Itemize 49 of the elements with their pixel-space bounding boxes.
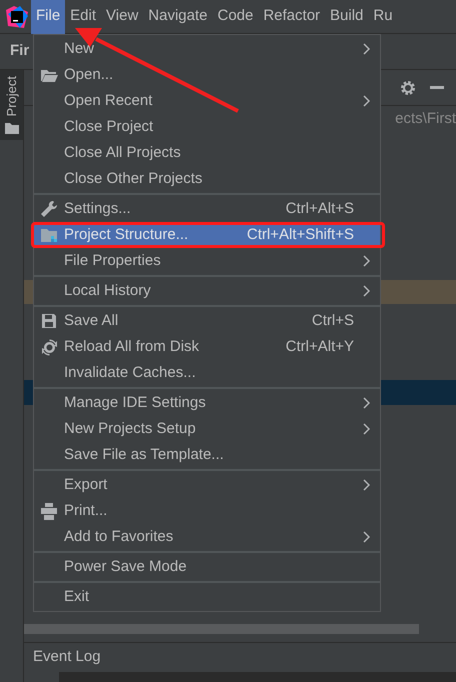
menu-item[interactable]: Settings... Ctrl+Alt+S xyxy=(34,196,380,222)
menu-item[interactable]: New xyxy=(34,36,380,62)
menu-bar-item[interactable]: Ru xyxy=(368,5,398,28)
menu-item[interactable]: Add to Favorites xyxy=(34,524,380,550)
wrench-icon xyxy=(40,200,58,218)
menu-bar-item[interactable]: Refactor xyxy=(258,5,326,28)
menu-item[interactable]: Reload All from Disk Ctrl+Alt+Y xyxy=(34,334,380,360)
menu-item[interactable]: Open Recent xyxy=(34,88,380,114)
event-log-title: Event Log xyxy=(33,647,101,668)
chevron-right-icon xyxy=(363,285,370,297)
menu-item[interactable]: Local History xyxy=(34,278,380,304)
reload-icon xyxy=(40,338,58,356)
project-path: ects\First xyxy=(395,109,456,129)
chevron-right-icon xyxy=(363,531,370,543)
menu-item[interactable]: Close All Projects xyxy=(34,140,380,166)
menu-bar-item[interactable]: Code xyxy=(212,5,258,28)
chevron-right-icon xyxy=(363,43,370,55)
chevron-right-icon xyxy=(363,423,370,435)
chevron-right-icon xyxy=(363,255,370,267)
horizontal-scrollbar[interactable] xyxy=(24,624,419,634)
menu-item[interactable]: Invalidate Caches... xyxy=(34,360,380,386)
folder-icon xyxy=(40,68,58,82)
menu-item[interactable]: Open... xyxy=(34,62,380,88)
project-title: Fir xyxy=(10,41,30,62)
menu-item[interactable]: Exit xyxy=(34,584,380,610)
menu-item[interactable]: Save File as Template... xyxy=(34,442,380,468)
menu-bar-item[interactable]: Edit xyxy=(65,5,102,28)
menu-bar-item[interactable]: File xyxy=(31,0,66,34)
printer-icon xyxy=(40,502,58,520)
menu-item[interactable]: Power Save Mode xyxy=(34,554,380,580)
menu-bar-item[interactable]: View xyxy=(101,5,144,28)
folder-icon xyxy=(4,122,18,134)
menu-item[interactable]: New Projects Setup xyxy=(34,416,380,442)
menu-item[interactable]: Close Project xyxy=(34,114,380,140)
settings-icon[interactable] xyxy=(400,80,416,96)
menu-item[interactable]: Save All Ctrl+S xyxy=(34,308,380,334)
project-side-tab[interactable]: Project xyxy=(0,70,23,140)
menu-item[interactable]: Export xyxy=(34,472,380,498)
folder-grid-icon xyxy=(40,227,58,243)
menu-item[interactable]: File Properties xyxy=(34,248,380,274)
chevron-right-icon xyxy=(363,397,370,409)
chevron-right-icon xyxy=(363,479,370,491)
app-logo-icon[interactable] xyxy=(6,6,28,28)
menu-item[interactable]: Manage IDE Settings xyxy=(34,390,380,416)
menu-item[interactable]: Close Other Projects xyxy=(34,166,380,192)
menu-bar-item[interactable]: Build xyxy=(325,5,368,28)
menu-bar-item[interactable]: Navigate xyxy=(143,5,212,28)
menu-item[interactable]: Print... xyxy=(34,498,380,524)
chevron-right-icon xyxy=(363,95,370,107)
